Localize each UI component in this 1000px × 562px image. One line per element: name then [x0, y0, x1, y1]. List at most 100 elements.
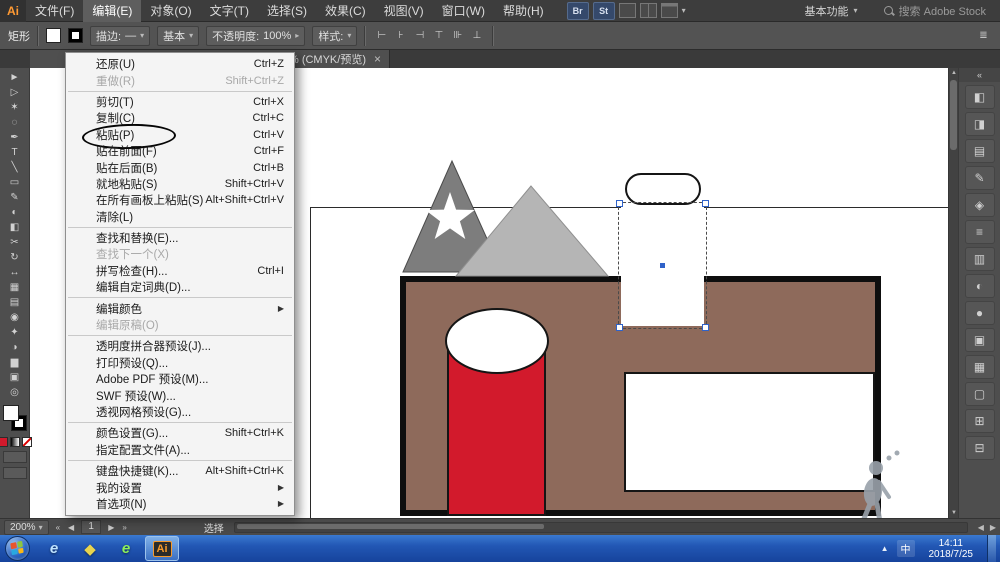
direct-selection-tool-icon[interactable]: ▷: [3, 85, 27, 100]
edit-menu-item-29[interactable]: 键盘快捷键(K)...Alt+Shift+Ctrl+K: [66, 463, 294, 479]
column-graph-tool-icon[interactable]: ▆: [3, 355, 27, 370]
show-desktop-button[interactable]: [987, 535, 996, 562]
selection-anchor[interactable]: [616, 200, 623, 207]
edit-menu-item-7[interactable]: 贴在后面(B)Ctrl+B: [66, 159, 294, 175]
layout-caret-icon[interactable]: ▾: [682, 6, 686, 15]
color-guide-panel-icon[interactable]: ◨: [965, 112, 995, 136]
graphic-styles-panel-icon[interactable]: ▣: [965, 328, 995, 352]
gradient-panel-icon[interactable]: ▥: [965, 247, 995, 271]
none-button[interactable]: [22, 437, 32, 447]
selection-anchor[interactable]: [616, 324, 623, 331]
artboard-tool-icon[interactable]: ▣: [3, 370, 27, 385]
edit-menu-item-31[interactable]: 首选项(N)▶: [66, 496, 294, 512]
selection-anchor[interactable]: [702, 200, 709, 207]
stroke-weight-dropdown[interactable]: 描边: — ▾: [90, 26, 150, 46]
edit-menu-item-30[interactable]: 我的设置▶: [66, 479, 294, 495]
align-right-icon[interactable]: ⊣: [411, 27, 428, 44]
grid-layout-icon[interactable]: [661, 3, 678, 18]
cylinder-top-ellipse[interactable]: [445, 308, 549, 374]
selection-tool-icon[interactable]: ►: [3, 70, 27, 85]
style-dropdown[interactable]: 样式: ▾: [312, 26, 357, 46]
screen-mode-button[interactable]: [3, 467, 27, 479]
scroll-right-icon[interactable]: ▶: [990, 523, 996, 532]
workspace-switcher[interactable]: 基本功能 ▾: [805, 3, 858, 19]
scale-tool-icon[interactable]: ↔: [3, 265, 27, 280]
horizontal-scroll-thumb[interactable]: [237, 524, 544, 529]
transform-panel-icon[interactable]: ⊞: [965, 409, 995, 433]
taskbar-internet-explorer-icon[interactable]: e: [37, 536, 71, 561]
two-up-layout-icon[interactable]: [640, 3, 657, 18]
taskbar-green-browser-icon[interactable]: e: [109, 536, 143, 561]
edit-menu-item-3[interactable]: 剪切(T)Ctrl+X: [66, 94, 294, 110]
appearance-panel-icon[interactable]: ●: [965, 301, 995, 325]
previous-artboard-button[interactable]: ◀: [67, 523, 75, 532]
next-artboard-button[interactable]: ▶: [107, 523, 115, 532]
chimney-cap-rounded-rect[interactable]: [625, 173, 701, 205]
app-logo[interactable]: Ai: [0, 0, 26, 22]
chimney-selection-marquee[interactable]: [618, 202, 707, 329]
taskbar-media-app-icon[interactable]: ◆: [73, 536, 107, 561]
menubar-item-7[interactable]: 视图(V): [375, 0, 433, 22]
start-button[interactable]: [5, 536, 30, 561]
edit-menu-item-21[interactable]: 打印预设(Q)...: [66, 355, 294, 371]
bridge-icon[interactable]: Br: [567, 2, 589, 20]
gradient-tool-icon[interactable]: ◉: [3, 310, 27, 325]
artboards-panel-icon[interactable]: ▢: [965, 382, 995, 406]
layers-panel-icon[interactable]: ▦: [965, 355, 995, 379]
menubar-item-9[interactable]: 帮助(H): [494, 0, 553, 22]
pencil-tool-icon[interactable]: ◐: [3, 205, 27, 220]
scissors-tool-icon[interactable]: ✂: [3, 235, 27, 250]
edit-menu-item-8[interactable]: 就地粘贴(S)Shift+Ctrl+V: [66, 176, 294, 192]
swatches-panel-icon[interactable]: ▤: [965, 139, 995, 163]
menubar-item-1[interactable]: 文件(F): [26, 0, 83, 22]
expand-panels-button[interactable]: «: [959, 68, 1000, 82]
gradient-button[interactable]: [10, 437, 20, 447]
zoom-tool-icon[interactable]: ◎: [3, 385, 27, 400]
close-tab-icon[interactable]: ×: [374, 53, 381, 65]
mesh-tool-icon[interactable]: ▤: [3, 295, 27, 310]
color-button[interactable]: [0, 437, 8, 447]
align-panel-icon[interactable]: ⊟: [965, 436, 995, 460]
edit-menu-item-9[interactable]: 在所有画板上粘贴(S)Alt+Shift+Ctrl+V: [66, 192, 294, 208]
language-indicator[interactable]: 中: [897, 540, 915, 557]
line-segment-tool-icon[interactable]: ╲: [3, 160, 27, 175]
menubar-item-3[interactable]: 对象(O): [141, 0, 200, 22]
brushes-panel-icon[interactable]: ✎: [965, 166, 995, 190]
brush-definition-dropdown[interactable]: 基本 ▾: [157, 26, 199, 46]
menubar-item-8[interactable]: 窗口(W): [433, 0, 494, 22]
edit-menu-item-10[interactable]: 清除(L): [66, 209, 294, 225]
align-top-icon[interactable]: ⊤: [430, 27, 447, 44]
fill-proxy[interactable]: [3, 405, 19, 421]
fill-stroke-indicator[interactable]: [2, 404, 28, 434]
align-bottom-icon[interactable]: ⊥: [468, 27, 485, 44]
vertical-scroll-thumb[interactable]: [950, 80, 957, 150]
edit-menu-item-27[interactable]: 指定配置文件(A)...: [66, 442, 294, 458]
edit-menu-item-4[interactable]: 复制(C)Ctrl+C: [66, 110, 294, 126]
hidden-icons-chevron[interactable]: ▲: [881, 544, 889, 553]
transparency-panel-icon[interactable]: ◐: [965, 274, 995, 298]
rectangle-tool-icon[interactable]: ▭: [3, 175, 27, 190]
rotate-tool-icon[interactable]: ↻: [3, 250, 27, 265]
align-center-icon[interactable]: ⊦: [392, 27, 409, 44]
type-tool-icon[interactable]: T: [3, 145, 27, 160]
fill-swatch[interactable]: [46, 28, 61, 43]
free-transform-tool-icon[interactable]: ▦: [3, 280, 27, 295]
draw-mode-button[interactable]: [3, 451, 27, 463]
edit-menu-item-22[interactable]: Adobe PDF 预设(M)...: [66, 371, 294, 387]
pen-tool-icon[interactable]: ✒: [3, 130, 27, 145]
edit-menu-item-5[interactable]: 粘贴(P)Ctrl+V: [66, 127, 294, 143]
align-middle-icon[interactable]: ⊪: [449, 27, 466, 44]
stock-icon[interactable]: St: [593, 2, 615, 20]
arrange-documents-icon[interactable]: [619, 3, 636, 18]
edit-menu-item-20[interactable]: 透明度拼合器预设(J)...: [66, 338, 294, 354]
menubar-item-4[interactable]: 文字(T): [201, 0, 258, 22]
edit-menu-item-15[interactable]: 编辑自定词典(D)...: [66, 279, 294, 295]
selection-anchor[interactable]: [702, 324, 709, 331]
blend-tool-icon[interactable]: ◑: [3, 340, 27, 355]
taskbar-clock[interactable]: 14:11 2018/7/25: [923, 538, 980, 560]
edit-menu-item-0[interactable]: 还原(U)Ctrl+Z: [66, 56, 294, 72]
vertical-scrollbar[interactable]: ▲ ▼: [948, 68, 958, 518]
eraser-tool-icon[interactable]: ◧: [3, 220, 27, 235]
menubar-item-6[interactable]: 效果(C): [316, 0, 375, 22]
horizontal-scrollbar[interactable]: [234, 522, 968, 533]
